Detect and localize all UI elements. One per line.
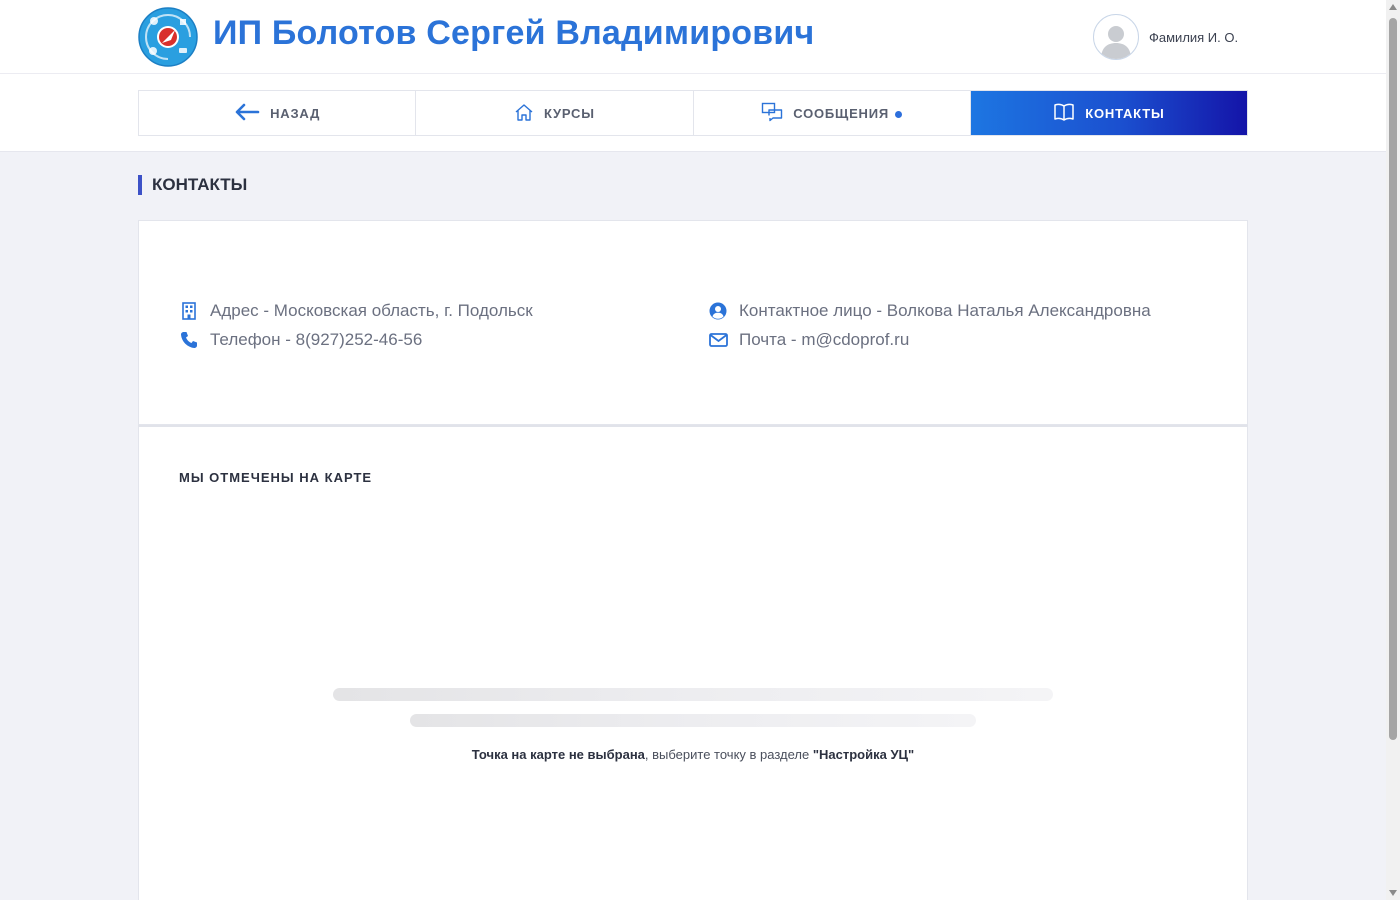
messages-icon xyxy=(761,102,783,125)
map-placeholder-bar xyxy=(333,688,1053,701)
unread-dot-icon xyxy=(895,110,903,118)
nav-messages-label: СООБЩЕНИЯ xyxy=(793,105,890,121)
nav-back-button[interactable]: НАЗАД xyxy=(139,91,417,135)
contacts-card: Адрес - Московская область, г. Подольск … xyxy=(138,220,1248,425)
main-nav: НАЗАД КУРСЫ СООБЩЕНИЯ КОНТАКТЫ xyxy=(138,90,1248,136)
envelope-icon xyxy=(708,330,728,350)
page-title: КОНТАКТЫ xyxy=(138,175,247,195)
scroll-up-arrow-icon[interactable] xyxy=(1389,4,1397,10)
contact-address: Адрес - Московская область, г. Подольск xyxy=(179,301,533,321)
contact-person: Контактное лицо - Волкова Наталья Алекса… xyxy=(708,301,1151,321)
map-title: МЫ ОТМЕЧЕНЫ НА КАРТЕ xyxy=(179,470,373,485)
nav-contacts-label: КОНТАКТЫ xyxy=(1085,105,1165,121)
logo[interactable] xyxy=(138,7,198,67)
nav-band: НАЗАД КУРСЫ СООБЩЕНИЯ КОНТАКТЫ xyxy=(0,74,1386,152)
scroll-down-arrow-icon[interactable] xyxy=(1389,890,1397,896)
contact-phone: Телефон - 8(927)252-46-56 xyxy=(179,330,422,350)
scroll-thumb[interactable] xyxy=(1389,18,1397,740)
home-icon xyxy=(514,102,534,125)
nav-courses-label: КУРСЫ xyxy=(543,105,595,121)
email-text[interactable]: Почта - m@cdoprof.ru xyxy=(739,330,909,350)
map-note-text: , выберите точку в разделе xyxy=(644,747,813,762)
arrow-left-icon xyxy=(234,103,260,124)
user-name[interactable]: Фамилия И. О. xyxy=(1149,30,1238,45)
user-menu[interactable]: Фамилия И. О. xyxy=(1093,14,1238,60)
nav-messages-tab[interactable]: СООБЩЕНИЯ xyxy=(693,91,971,135)
map-note-bold-1: Точка на карте не выбрана xyxy=(471,747,645,762)
user-circle-icon xyxy=(708,301,728,321)
map-card: МЫ ОТМЕЧЕНЫ НА КАРТЕ Точка на карте не в… xyxy=(138,425,1248,900)
map-note-bold-2[interactable]: "Настройка УЦ" xyxy=(813,747,914,762)
contact-email: Почта - m@cdoprof.ru xyxy=(708,330,909,350)
map-placeholder-bar xyxy=(410,714,976,727)
scrollbar[interactable] xyxy=(1386,0,1400,900)
avatar[interactable] xyxy=(1093,14,1139,60)
nav-back-label: НАЗАД xyxy=(270,105,321,121)
top-header: ИП Болотов Сергей Владимирович Фамилия И… xyxy=(0,0,1386,74)
book-icon xyxy=(1053,102,1075,125)
nav-contacts-tab[interactable]: КОНТАКТЫ xyxy=(970,91,1247,135)
brand-title: ИП Болотов Сергей Владимирович xyxy=(213,14,815,52)
phone-text[interactable]: Телефон - 8(927)252-46-56 xyxy=(210,330,422,350)
nav-courses-tab[interactable]: КУРСЫ xyxy=(416,91,694,135)
map-note: Точка на карте не выбрана, выберите точк… xyxy=(139,747,1247,762)
phone-icon xyxy=(179,330,199,350)
address-text: Адрес - Московская область, г. Подольск xyxy=(210,301,533,320)
building-icon xyxy=(179,301,199,321)
contact-person-text: Контактное лицо - Волкова Наталья Алекса… xyxy=(739,301,1151,320)
